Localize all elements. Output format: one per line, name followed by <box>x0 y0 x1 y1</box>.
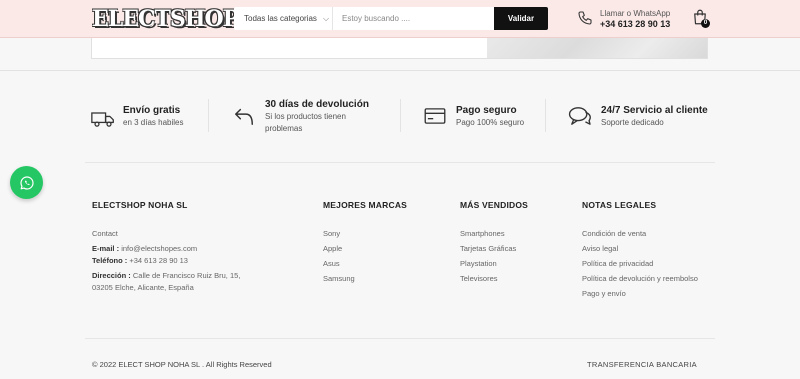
address-line: Dirección : Calle de Francisco Ruiz Bru,… <box>92 271 240 280</box>
brand-link[interactable]: Asus <box>323 259 340 268</box>
copyright-text: © 2022 ELECT SHOP NOHA SL . All Rights R… <box>92 360 272 369</box>
brand-link[interactable]: Sony <box>323 229 340 238</box>
legal-link[interactable]: Política de devolución y reembolso <box>582 274 698 283</box>
email-line: E-mail : info@electshopes.com <box>92 244 197 253</box>
contact-link[interactable]: Contact <box>92 229 118 238</box>
bestseller-link[interactable]: Playstation <box>460 259 497 268</box>
cart-count-badge: 0 <box>701 19 710 28</box>
email-value[interactable]: info@electshopes.com <box>121 244 197 253</box>
search-button[interactable]: Validar <box>494 7 548 30</box>
bestseller-link[interactable]: Televisores <box>460 274 498 283</box>
bestseller-link[interactable]: Smartphones <box>460 229 505 238</box>
feature-desc: en 3 días habiles <box>123 118 184 127</box>
chat-icon <box>568 107 591 125</box>
footer-brands-title: MEJORES MARCAS <box>323 200 408 210</box>
footer-legal-title: NOTAS LEGALES <box>582 200 657 210</box>
payment-method: TRANSFERENCIA BANCARIA <box>587 360 697 369</box>
call-number[interactable]: +34 613 28 90 13 <box>600 19 670 29</box>
address-value: Calle de Francisco Ruiz Bru, 15, <box>132 271 241 280</box>
legal-link[interactable]: Pago y envío <box>582 289 626 298</box>
divider <box>400 99 401 132</box>
legal-link[interactable]: Aviso legal <box>582 244 618 253</box>
phone-line: Teléfono : +34 613 28 90 13 <box>92 256 188 265</box>
category-select-label: Todas las categorias <box>244 14 317 23</box>
truck-icon <box>91 112 114 127</box>
footer-bestsellers-title: MÁS VENDIDOS <box>460 200 529 210</box>
feature-desc: problemas <box>265 124 303 133</box>
feature-title: 30 días de devolución <box>265 99 369 110</box>
feature-desc: Pago 100% seguro <box>456 118 525 127</box>
category-select[interactable]: Todas las categorias ⌵ <box>234 7 333 30</box>
phone-icon <box>578 11 592 25</box>
feature-title: Envío gratis <box>123 105 181 116</box>
brand-link[interactable]: Apple <box>323 244 342 253</box>
brand-link[interactable]: Samsung <box>323 274 355 283</box>
address-label: Dirección : <box>92 271 131 280</box>
divider <box>85 338 715 339</box>
feature-title: Pago seguro <box>456 105 517 116</box>
legal-link[interactable]: Política de privacidad <box>582 259 653 268</box>
call-label: Llamar o WhatsApp <box>600 9 671 18</box>
legal-link[interactable]: Condición de venta <box>582 229 646 238</box>
divider <box>208 99 209 132</box>
search-input[interactable] <box>333 7 494 30</box>
search-bar: Todas las categorias ⌵ Validar <box>234 7 548 30</box>
email-label: E-mail : <box>92 244 120 253</box>
phone-value[interactable]: +34 613 28 90 13 <box>129 256 188 265</box>
site-logo[interactable]: ELECTSHOP <box>92 6 239 32</box>
content-image <box>487 38 707 58</box>
return-arrow-icon <box>235 108 253 125</box>
whatsapp-icon <box>19 175 34 190</box>
address-line-2: 03205 Elche, Alicante, España <box>92 283 194 292</box>
divider <box>85 162 715 163</box>
chevron-down-icon: ⌵ <box>322 13 330 23</box>
footer-company-title: ELECTSHOP NOHA SL <box>92 200 188 210</box>
site-header: ELECTSHOP Todas las categorias ⌵ Validar… <box>0 0 800 38</box>
phone-label: Teléfono : <box>92 256 128 265</box>
whatsapp-button[interactable] <box>10 166 43 199</box>
divider <box>545 99 546 132</box>
feature-desc: Si los productos tienen <box>265 112 346 121</box>
bestseller-link[interactable]: Tarjetas Gráficas <box>460 244 516 253</box>
divider <box>0 70 800 71</box>
feature-desc: Soporte dedicado <box>601 118 664 127</box>
card-icon <box>424 108 446 124</box>
feature-title: 24/7 Servicio al cliente <box>601 105 708 116</box>
